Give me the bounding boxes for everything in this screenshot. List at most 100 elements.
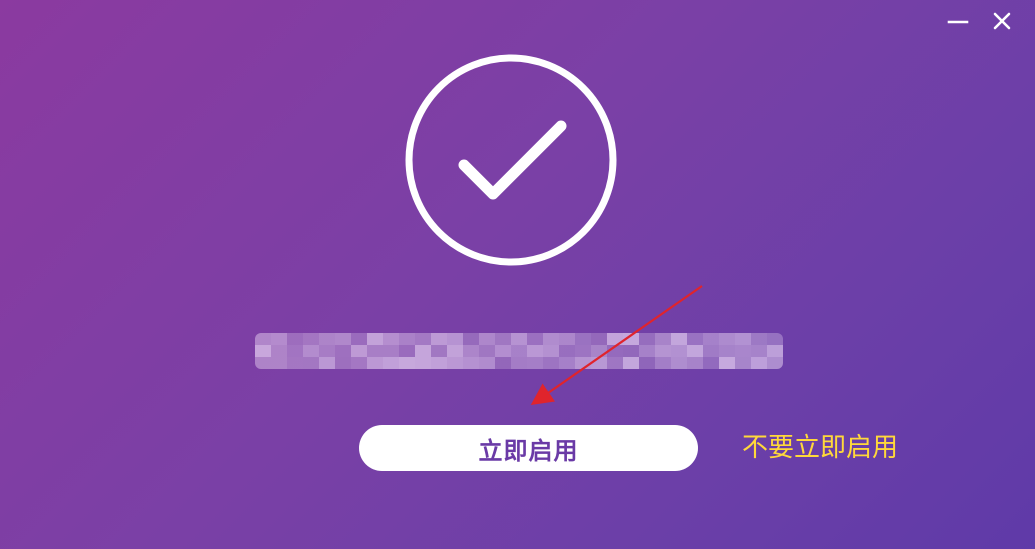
mosaic-pixel xyxy=(463,345,479,357)
enable-now-button[interactable]: 立即启用 xyxy=(359,425,698,471)
mosaic-pixel xyxy=(255,357,271,369)
mosaic-pixel xyxy=(767,333,783,345)
mosaic-pixel xyxy=(575,357,591,369)
mosaic-pixel xyxy=(479,333,495,345)
mosaic-pixel xyxy=(511,357,527,369)
enable-now-label: 立即启用 xyxy=(478,436,579,465)
mosaic-pixel xyxy=(255,345,271,357)
mosaic-pixel xyxy=(687,345,703,357)
mosaic-pixel xyxy=(575,333,591,345)
mosaic-pixel xyxy=(431,357,447,369)
mosaic-pixel xyxy=(271,357,287,369)
do-not-enable-now-label: 不要立即启用 xyxy=(742,433,899,463)
mosaic-pixel xyxy=(767,345,783,357)
mosaic-pixel xyxy=(399,345,415,357)
mosaic-pixel xyxy=(463,333,479,345)
mosaic-pixel xyxy=(511,333,527,345)
close-icon xyxy=(993,12,1011,30)
mosaic-pixel xyxy=(671,357,687,369)
mosaic-pixel xyxy=(719,357,735,369)
mosaic-pixel xyxy=(303,345,319,357)
mosaic-pixel xyxy=(335,345,351,357)
checkmark-circle-icon xyxy=(405,54,617,266)
mosaic-pixel xyxy=(303,357,319,369)
mosaic-pixel xyxy=(287,333,303,345)
mosaic-pixel xyxy=(495,333,511,345)
status-message-obscured xyxy=(255,333,783,369)
window-controls xyxy=(945,8,1015,34)
mosaic-pixel xyxy=(655,333,671,345)
mosaic-pixel xyxy=(287,357,303,369)
mosaic-pixel xyxy=(623,357,639,369)
mosaic-pixel xyxy=(751,333,767,345)
mosaic-pixel xyxy=(751,357,767,369)
mosaic-pixel xyxy=(287,345,303,357)
mosaic-pixel xyxy=(767,357,783,369)
mosaic-pixel xyxy=(575,345,591,357)
mosaic-pixel xyxy=(367,345,383,357)
mosaic-pixel xyxy=(527,345,543,357)
mosaic-pixel xyxy=(271,333,287,345)
mosaic-pixel xyxy=(319,345,335,357)
mosaic-pixel xyxy=(623,333,639,345)
mosaic-pixel xyxy=(639,345,655,357)
mosaic-pixel xyxy=(383,357,399,369)
mosaic-pixel xyxy=(591,333,607,345)
mosaic-pixel xyxy=(559,357,575,369)
mosaic-pixel xyxy=(415,357,431,369)
mosaic-pixel xyxy=(751,345,767,357)
mosaic-pixel xyxy=(319,333,335,345)
mosaic-pixel xyxy=(447,345,463,357)
mosaic-pixel xyxy=(255,333,271,345)
minimize-button[interactable] xyxy=(945,8,971,34)
mosaic-pixel xyxy=(639,333,655,345)
mosaic-pixel xyxy=(447,333,463,345)
mosaic-pixel xyxy=(591,345,607,357)
do-not-enable-now-link[interactable]: 不要立即启用 xyxy=(742,430,898,466)
mosaic-pixel xyxy=(703,345,719,357)
mosaic-pixel xyxy=(735,357,751,369)
mosaic-pixel xyxy=(335,333,351,345)
mosaic-pixel xyxy=(447,357,463,369)
mosaic-pixel xyxy=(335,357,351,369)
mosaic-pixel xyxy=(479,345,495,357)
mosaic-pixel xyxy=(367,357,383,369)
close-button[interactable] xyxy=(989,8,1015,34)
mosaic-pixel xyxy=(543,345,559,357)
mosaic-pixel xyxy=(511,345,527,357)
mosaic-pixel xyxy=(735,333,751,345)
mosaic-pixel xyxy=(431,333,447,345)
mosaic-pixel xyxy=(607,345,623,357)
mosaic-pixel xyxy=(623,345,639,357)
mosaic-pixel xyxy=(655,357,671,369)
mosaic-pixel xyxy=(719,333,735,345)
mosaic-pixel xyxy=(495,345,511,357)
mosaic-pixel xyxy=(383,333,399,345)
mosaic-pixel xyxy=(271,345,287,357)
mosaic-pixel xyxy=(463,357,479,369)
mosaic-pixel xyxy=(559,333,575,345)
mosaic-pixel xyxy=(495,357,511,369)
mosaic-pixel xyxy=(367,333,383,345)
mosaic-pixel xyxy=(687,333,703,345)
mosaic-pixel xyxy=(639,357,655,369)
mosaic-pixel xyxy=(655,345,671,357)
mosaic-pixel xyxy=(527,357,543,369)
mosaic-pixel xyxy=(415,333,431,345)
mosaic-pixel xyxy=(735,345,751,357)
mosaic-pixel xyxy=(671,345,687,357)
mosaic-pixel xyxy=(543,357,559,369)
mosaic-pixel xyxy=(415,345,431,357)
mosaic-pixel xyxy=(351,333,367,345)
mosaic-pixel xyxy=(351,345,367,357)
mosaic-pixel xyxy=(479,357,495,369)
mosaic-pixel xyxy=(543,333,559,345)
mosaic-pixel xyxy=(607,333,623,345)
mosaic-pixel xyxy=(527,333,543,345)
mosaic-pixel xyxy=(687,357,703,369)
pixelated-mosaic xyxy=(255,333,783,369)
mosaic-pixel xyxy=(607,357,623,369)
mosaic-pixel xyxy=(303,333,319,345)
mosaic-pixel xyxy=(703,333,719,345)
mosaic-pixel xyxy=(383,345,399,357)
